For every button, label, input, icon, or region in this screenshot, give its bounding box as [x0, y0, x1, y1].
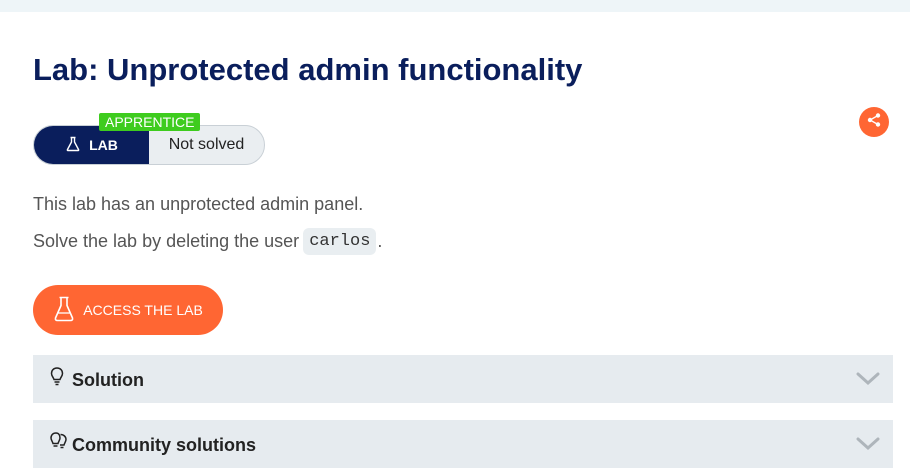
level-badge: APPRENTICE	[99, 113, 201, 131]
flask-icon	[53, 296, 75, 325]
lab-type-label: LAB	[89, 137, 118, 153]
lab-objective: Solve the lab by deleting the user carlo…	[33, 228, 382, 255]
flask-icon	[65, 136, 81, 155]
lightbulbs-icon	[49, 431, 69, 458]
solution-accordion[interactable]: Solution	[33, 355, 893, 403]
chevron-down-icon	[856, 436, 880, 457]
community-solutions-label: Community solutions	[72, 435, 256, 455]
lab-type-segment: LAB	[34, 126, 149, 164]
share-button[interactable]	[859, 107, 889, 137]
objective-suffix: .	[377, 231, 383, 251]
lightbulb-icon	[49, 366, 65, 393]
objective-text: Solve the lab by deleting the user	[33, 231, 300, 251]
top-strip	[0, 0, 910, 12]
chevron-down-icon	[856, 371, 880, 392]
community-solutions-accordion[interactable]: Community solutions	[33, 420, 893, 468]
solve-status: Not solved	[168, 136, 245, 153]
access-lab-button[interactable]: ACCESS THE LAB	[33, 285, 223, 335]
page-title: Lab: Unprotected admin functionality	[33, 52, 583, 87]
access-lab-label: ACCESS THE LAB	[83, 302, 203, 318]
share-icon	[866, 112, 882, 133]
solution-label: Solution	[72, 370, 144, 390]
lab-description: This lab has an unprotected admin panel.	[33, 194, 364, 214]
username-code: carlos	[303, 228, 377, 255]
lab-status-pill: LAB Not solved	[33, 125, 265, 165]
